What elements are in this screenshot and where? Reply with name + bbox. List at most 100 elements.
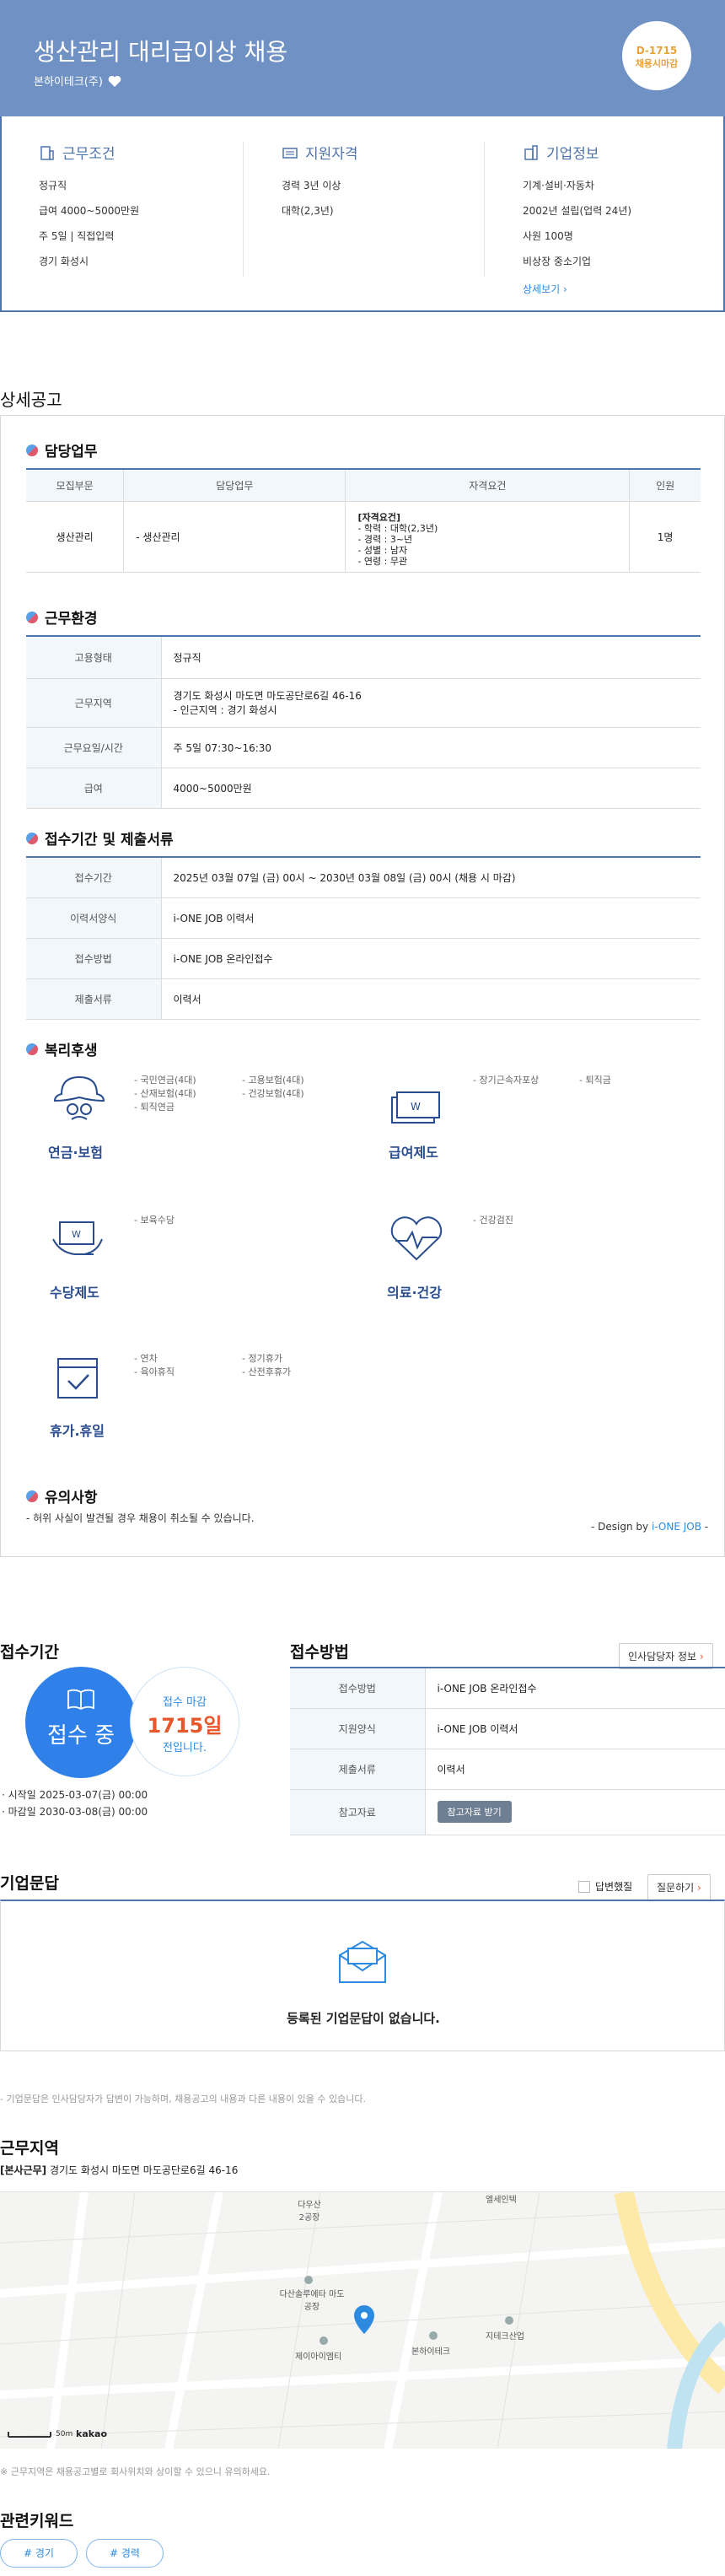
answered-filter[interactable]: 답변했질 [578, 1879, 632, 1894]
health-icon [390, 1216, 443, 1261]
location-address: [본사근무] 경기도 화성시 마도면 마도공단로6길 46-16 [0, 2164, 239, 2176]
welfare-label: 수당제도 [50, 1285, 99, 1301]
location-note: ※ 근무지역은 채용공고별로 회사위치와 상이할 수 있으니 유의하세요. [0, 2466, 271, 2477]
welfare-items: - 국민연금(4대) - 산재보험(4대) - 퇴직연금 [134, 1075, 196, 1113]
building-icon [40, 145, 54, 160]
svg-text:W: W [411, 1101, 421, 1113]
table-row: 접수방법 i-ONE JOB 온라인접수 [290, 1668, 725, 1709]
caution-heading: 유의사항 [26, 1485, 98, 1506]
hr-info-button[interactable]: 인사담당자 정보 › [619, 1643, 713, 1669]
reference-download-button[interactable]: 참고자료 받기 [437, 1801, 512, 1823]
welfare-label: 의료·건강 [387, 1285, 442, 1301]
company-detail-link[interactable]: 상세보기 › [523, 282, 725, 296]
svg-text:W: W [72, 1229, 81, 1240]
welfare-items: - 보육수당 [134, 1215, 175, 1226]
duties-table: 모집부문 담당업무 자격요건 인원 생산관리 - 생산관리 [자격요건] - 학… [26, 468, 701, 573]
deadline-circle: 접수 마감 1715일 전입니다. [130, 1667, 239, 1776]
keywords-title: 관련키워드 [0, 2512, 74, 2530]
design-credit: - Design by i-ONE JOB - [591, 1521, 709, 1533]
summary-company-title: 기업정보 [546, 146, 599, 163]
answered-checkbox[interactable] [578, 1880, 590, 1893]
keyword-tag[interactable]: # 경기 [0, 2539, 78, 2568]
dept-cell: 생산관리 [26, 501, 125, 573]
map-label: 다산솔루에타 마도공장 [279, 2290, 345, 2312]
summary-qualifications-title: 지원자격 [305, 146, 358, 163]
col-header: 모집부문 [26, 468, 125, 502]
dday-sub: 채용시마감 [635, 58, 679, 69]
location-map[interactable]: 다우산 2공장 다산솔루에타 마도공장 제이아이엠티 본하이테크 지테크산업 엘… [0, 2191, 725, 2449]
method-table: 접수방법 i-ONE JOB 온라인접수 지원양식 i-ONE JOB 이력서 제출… [290, 1667, 725, 1835]
welfare-items: - 퇴직금 [579, 1075, 611, 1086]
welfare-label: 휴가.휴일 [50, 1423, 105, 1439]
method-title: 접수방법 [290, 1643, 349, 1662]
kakao-logo: kakao [76, 2428, 108, 2439]
map-scale: 50m [56, 2430, 73, 2439]
table-row: 제출서류 이력서 [290, 1749, 725, 1790]
environment-table: 고용형태 정규직 근무지역 경기도 화성시 마도면 마도공단로6길 46-16- 인… [26, 635, 701, 809]
bullet-icon [26, 1043, 38, 1055]
map-label: 지테크산업 [486, 2332, 524, 2342]
qna-title: 기업문답 [0, 1874, 59, 1893]
task-cell: - 생산관리 [123, 501, 346, 573]
location-title: 근무지역 [0, 2139, 59, 2158]
welfare-items: - 고용보험(4대) - 건강보험(4대) [242, 1075, 304, 1099]
map-label: 다우산 2공장 [298, 2201, 321, 2223]
summary-line: 대학(2,3년) [282, 205, 334, 217]
welfare-heading: 복리후생 [26, 1038, 98, 1059]
environment-heading: 근무환경 [26, 606, 98, 628]
table-row: 근무지역 경기도 화성시 마도면 마도공단로6길 46-16- 인근지역 : 경기… [26, 678, 701, 728]
ask-question-button[interactable]: 질문하기 › [647, 1874, 711, 1900]
summary-line: 주 5일 | 직접입력 [39, 230, 115, 242]
chevron-right-icon: › [699, 1651, 704, 1663]
envelope-icon [339, 1940, 386, 1983]
map-label: 제이아이엠티 [295, 2352, 342, 2362]
divider [484, 142, 485, 277]
dday-count: D-1715 [636, 45, 678, 57]
summary-line: 경기 화성시 [39, 256, 89, 267]
company-name[interactable]: 본하이테크(주) [34, 73, 103, 89]
summary-line: 2002년 설립(업력 24년) [523, 205, 632, 217]
requirements-cell: [자격요건] - 학력 : 대학(2,3년) - 경력 : 3~년 - 성별 :… [345, 501, 631, 573]
page-title: 생산관리 대리급이상 채용 [34, 38, 288, 66]
detail-section-title: 상세공고 [0, 390, 62, 410]
vacation-icon [57, 1358, 98, 1398]
company-name-row[interactable]: 본하이테크(주) [34, 73, 121, 89]
summary-line: 급여 4000~5000만원 [39, 205, 140, 217]
deadline-days: 1715일 [147, 1714, 223, 1738]
map-canvas[interactable] [0, 2192, 725, 2449]
heart-icon[interactable] [108, 75, 121, 87]
detail-panel: 담당업무 모집부문 담당업무 자격요건 인원 생산관리 - 생산관리 [자격요건… [0, 415, 725, 1557]
bullet-icon [26, 444, 38, 456]
table-row: 접수기간 2025년 03월 07일 (금) 00시 ~ 2030년 03월 08… [26, 857, 701, 898]
table-row: 참고자료 참고자료 받기 [290, 1789, 725, 1835]
table-row: 급여 4000~5000만원 [26, 768, 701, 809]
insurance-icon [53, 1075, 105, 1120]
qna-empty-box: 등록된 기업문답이 없습니다. [0, 1900, 725, 2051]
qna-note: - 기업문답은 인사담당자가 답변이 가능하며, 채용공고의 내용과 다른 내용… [0, 2094, 366, 2104]
period-title: 접수기간 [0, 1643, 59, 1662]
book-icon [67, 1689, 94, 1711]
table-row: 근무요일/시간 주 5일 07:30~16:30 [26, 727, 701, 768]
application-table: 접수기간 2025년 03월 07일 (금) 00시 ~ 2030년 03월 08… [26, 856, 701, 1020]
allowance-icon: W [52, 1221, 103, 1255]
salary-icon: W [391, 1091, 440, 1124]
summary-panel: 근무조건 정규직 급여 4000~5000만원 주 5일 | 직접입력 경기 화… [0, 116, 725, 312]
summary-line: 기계·설비·자동차 [523, 180, 594, 191]
divider [243, 142, 244, 277]
table-row: 제출서류 이력서 [26, 978, 701, 1020]
caution-text: - 허위 사실이 발견될 경우 채용이 취소될 수 있습니다. [26, 1512, 255, 1524]
table-row: 지원양식 i-ONE JOB 이력서 [290, 1708, 725, 1749]
welfare-items: - 정기휴가 - 산전후휴가 [242, 1353, 292, 1377]
table-row: 접수방법 i-ONE JOB 온라인접수 [26, 938, 701, 979]
count-cell: 1명 [629, 501, 701, 573]
summary-company: 기업정보 기계·설비·자동차 2002년 설립(업력 24년) 사원 100명 … [523, 142, 725, 296]
welfare-label: 연금·보험 [48, 1145, 103, 1161]
period-dates: · 시작일 2025-03-07(금) 00:00 · 마감일 2030-03-… [2, 1789, 148, 1818]
duties-heading: 담당업무 [26, 439, 98, 461]
keyword-tag[interactable]: # 경력 [86, 2539, 164, 2568]
map-label: 엘세인텍 [486, 2196, 517, 2205]
dday-badge: D-1715 채용시마감 [622, 21, 691, 90]
table-row: 이력서양식 i-ONE JOB 이력서 [26, 897, 701, 939]
keyboard-icon [282, 147, 298, 159]
summary-qualifications: 지원자격 경력 3년 이상 대학(2,3년) [282, 142, 492, 229]
